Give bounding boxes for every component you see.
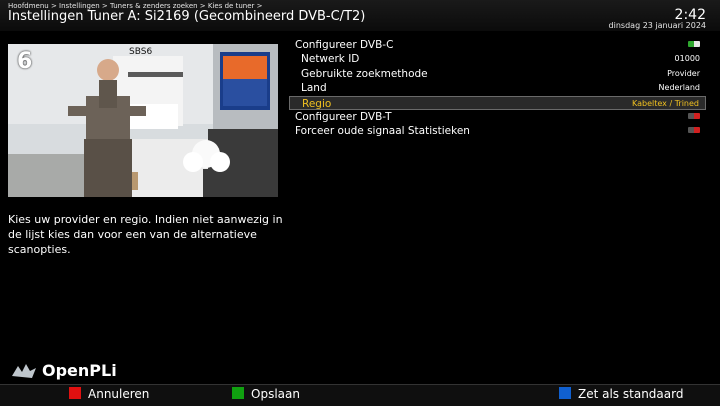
openpli-logo: OpenPLi [42,361,117,380]
menu-item-value: Provider [667,68,700,78]
cancel-button[interactable]: Annuleren [69,387,149,401]
menu-item-force-old-stats[interactable]: Forceer oude signaal Statistieken [289,124,706,138]
menu-item-label: Gebruikte zoekmethode [301,67,428,80]
channel-name: SBS6 [129,47,153,57]
header-bar: Hoofdmenu > Instellingen > Tuners & zend… [0,0,720,31]
menu-item-label: Configureer DVB-T [295,110,392,123]
channel-number: 6 [17,49,33,74]
menu-item-network-id[interactable]: Netwerk ID 01000 [289,52,706,66]
page-title: Instellingen Tuner A: Si2169 (Gecombinee… [8,9,366,24]
blue-key-icon [559,387,571,399]
tv-preview-image [8,44,278,197]
menu-item-value: Kabeltex / Trined [632,98,699,108]
menu-item-label: Configureer DVB-C [295,39,394,51]
red-key-icon [69,387,81,399]
menu-item-label: Forceer oude signaal Statistieken [295,125,470,138]
brand-name: OpenPLi [42,361,117,380]
menu-item-country[interactable]: Land Nederland [289,81,706,95]
menu-item-configure-dvbt[interactable]: Configureer DVB-T [289,110,706,124]
openpli-logo-icon [10,362,38,382]
menu-item-region[interactable]: Regio Kabeltex / Trined [289,95,706,110]
toggle-on-icon[interactable] [688,41,700,47]
toggle-off-icon[interactable] [688,112,700,119]
save-label: Opslaan [251,387,300,401]
tv-preview: 6 SBS6 [8,44,278,197]
menu-item-value: Nederland [658,83,700,93]
menu-item-configure-dvbc[interactable]: Configureer DVB-C [289,38,706,52]
toggle-off-icon[interactable] [688,127,700,134]
menu-item-label: Regio [302,97,332,110]
green-key-icon [232,387,244,399]
menu-item-label: Land [301,82,327,95]
date: dinsdag 23 januari 2024 [608,21,706,30]
settings-list: Configureer DVB-C Netwerk ID 01000 Gebru… [289,38,706,139]
menu-item-search-method[interactable]: Gebruikte zoekmethode Provider [289,67,706,81]
set-default-label: Zet als standaard [578,387,684,401]
set-default-button[interactable]: Zet als standaard [559,387,683,401]
save-button[interactable]: Opslaan [232,387,300,401]
menu-item-value: 01000 [674,54,700,64]
menu-item-label: Netwerk ID [301,53,360,66]
cancel-label: Annuleren [88,387,150,401]
help-text: Kies uw provider en regio. Indien niet a… [8,213,283,256]
footer-bar: Annuleren Opslaan Zet als standaard [0,384,720,406]
